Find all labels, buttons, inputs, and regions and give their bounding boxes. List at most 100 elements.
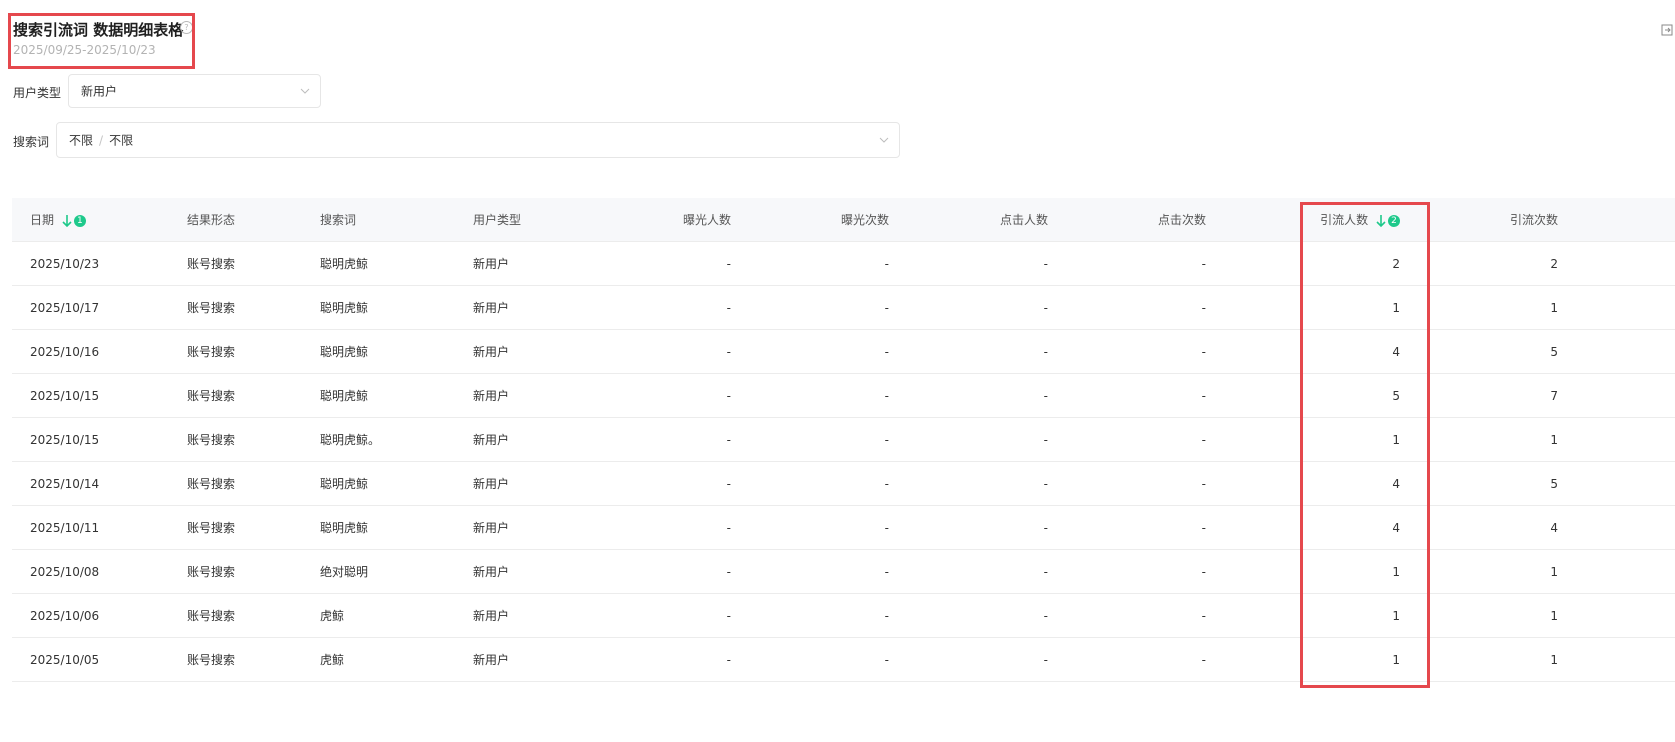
col-header-exposure-users: 曝光人数 bbox=[682, 213, 731, 227]
cell-click-times: - bbox=[1201, 257, 1206, 271]
cell-keyword: 聪明虎鲸 bbox=[320, 389, 369, 403]
cell-click-times: - bbox=[1201, 653, 1206, 667]
col-header-user-type: 用户类型 bbox=[473, 213, 522, 227]
cell-user-type: 新用户 bbox=[473, 477, 510, 491]
cell-exposure-times: - bbox=[884, 345, 889, 359]
cell-flow-times: 4 bbox=[1550, 521, 1558, 535]
cell-click-times: - bbox=[1201, 389, 1206, 403]
cell-exposure-users: - bbox=[726, 477, 731, 491]
cell-click-times: - bbox=[1201, 565, 1206, 579]
cell-click-users: - bbox=[1043, 565, 1048, 579]
cell-exposure-users: - bbox=[726, 565, 731, 579]
cell-exposure-times: - bbox=[884, 389, 889, 403]
cell-click-users: - bbox=[1043, 389, 1048, 403]
col-header-date[interactable]: 日期 1 bbox=[30, 198, 86, 242]
cell-flow-times: 1 bbox=[1550, 653, 1558, 667]
col-header-result-type: 结果形态 bbox=[187, 213, 236, 227]
cell-click-users: - bbox=[1043, 521, 1048, 535]
cell-date: 2025/10/15 bbox=[30, 389, 100, 403]
cell-date: 2025/10/16 bbox=[30, 345, 100, 359]
chevron-down-icon bbox=[300, 88, 310, 94]
cell-click-times: - bbox=[1201, 609, 1206, 623]
sort-desc-icon[interactable] bbox=[62, 214, 72, 228]
cell-keyword: 虎鲸 bbox=[320, 653, 345, 667]
cell-click-times: - bbox=[1201, 433, 1206, 447]
cell-exposure-times: - bbox=[884, 301, 889, 315]
cell-result-type: 账号搜索 bbox=[187, 653, 236, 667]
cell-click-users: - bbox=[1043, 653, 1048, 667]
col-header-click-times: 点击次数 bbox=[1157, 213, 1206, 227]
cell-result-type: 账号搜索 bbox=[187, 433, 236, 447]
cell-exposure-times: - bbox=[884, 477, 889, 491]
cell-date: 2025/10/14 bbox=[30, 477, 100, 491]
cell-keyword: 聪明虎鲸 bbox=[320, 477, 369, 491]
cell-user-type: 新用户 bbox=[473, 565, 510, 579]
cell-user-type: 新用户 bbox=[473, 301, 510, 315]
cell-click-times: - bbox=[1201, 345, 1206, 359]
cell-click-times: - bbox=[1201, 477, 1206, 491]
cell-exposure-times: - bbox=[884, 521, 889, 535]
cell-exposure-users: - bbox=[726, 653, 731, 667]
cell-result-type: 账号搜索 bbox=[187, 477, 236, 491]
column-highlight-box bbox=[1300, 202, 1430, 688]
cell-date: 2025/10/08 bbox=[30, 565, 100, 579]
cell-exposure-users: - bbox=[726, 521, 731, 535]
user-type-value: 新用户 bbox=[81, 84, 118, 99]
cell-click-users: - bbox=[1043, 477, 1048, 491]
cell-keyword: 绝对聪明 bbox=[320, 565, 369, 579]
user-type-label: 用户类型 bbox=[13, 86, 62, 100]
cell-result-type: 账号搜索 bbox=[187, 609, 236, 623]
cell-date: 2025/10/23 bbox=[30, 257, 100, 271]
cell-flow-times: 1 bbox=[1550, 565, 1558, 579]
cell-date: 2025/10/17 bbox=[30, 301, 100, 315]
user-type-select[interactable]: 新用户 bbox=[68, 74, 321, 108]
cell-result-type: 账号搜索 bbox=[187, 345, 236, 359]
cell-flow-times: 5 bbox=[1550, 345, 1558, 359]
cell-user-type: 新用户 bbox=[473, 433, 510, 447]
cell-keyword: 聪明虎鲸 bbox=[320, 301, 369, 315]
keyword-value: 不限 / 不限 bbox=[69, 132, 133, 149]
cell-flow-times: 1 bbox=[1550, 609, 1558, 623]
col-header-keyword: 搜索词 bbox=[320, 213, 357, 227]
cell-flow-times: 7 bbox=[1550, 389, 1558, 403]
cell-result-type: 账号搜索 bbox=[187, 521, 236, 535]
cell-flow-times: 5 bbox=[1550, 477, 1558, 491]
cell-keyword: 聪明虎鲸 bbox=[320, 257, 369, 271]
keyword-value-primary: 不限 bbox=[69, 133, 94, 148]
cell-keyword: 聪明虎鲸。 bbox=[320, 433, 381, 447]
cell-click-times: - bbox=[1201, 301, 1206, 315]
export-icon[interactable] bbox=[1661, 24, 1673, 36]
cell-exposure-users: - bbox=[726, 345, 731, 359]
cell-keyword: 聪明虎鲸 bbox=[320, 345, 369, 359]
cell-click-users: - bbox=[1043, 345, 1048, 359]
keyword-value-secondary: 不限 bbox=[109, 133, 134, 148]
cell-user-type: 新用户 bbox=[473, 521, 510, 535]
cell-user-type: 新用户 bbox=[473, 389, 510, 403]
cell-user-type: 新用户 bbox=[473, 609, 510, 623]
cell-flow-times: 1 bbox=[1550, 433, 1558, 447]
cell-click-users: - bbox=[1043, 301, 1048, 315]
col-header-flow-times: 引流次数 bbox=[1509, 213, 1558, 227]
cell-exposure-times: - bbox=[884, 433, 889, 447]
cell-keyword: 聪明虎鲸 bbox=[320, 521, 369, 535]
cell-flow-times: 2 bbox=[1550, 257, 1558, 271]
keyword-separator: / bbox=[99, 133, 104, 148]
cell-exposure-users: - bbox=[726, 301, 731, 315]
sort-priority-badge: 1 bbox=[73, 214, 86, 227]
cell-result-type: 账号搜索 bbox=[187, 257, 236, 271]
cell-exposure-users: - bbox=[726, 257, 731, 271]
title-highlight-box bbox=[8, 13, 195, 69]
col-header-click-users: 点击人数 bbox=[999, 213, 1048, 227]
cell-exposure-times: - bbox=[884, 565, 889, 579]
cell-exposure-times: - bbox=[884, 609, 889, 623]
cell-date: 2025/10/11 bbox=[30, 521, 100, 535]
cell-result-type: 账号搜索 bbox=[187, 301, 236, 315]
keyword-select[interactable]: 不限 / 不限 bbox=[56, 122, 900, 158]
cell-click-users: - bbox=[1043, 257, 1048, 271]
keyword-label: 搜索词 bbox=[13, 135, 50, 149]
chevron-down-icon bbox=[879, 137, 889, 143]
cell-click-users: - bbox=[1043, 609, 1048, 623]
cell-user-type: 新用户 bbox=[473, 345, 510, 359]
cell-date: 2025/10/15 bbox=[30, 433, 100, 447]
cell-user-type: 新用户 bbox=[473, 257, 510, 271]
